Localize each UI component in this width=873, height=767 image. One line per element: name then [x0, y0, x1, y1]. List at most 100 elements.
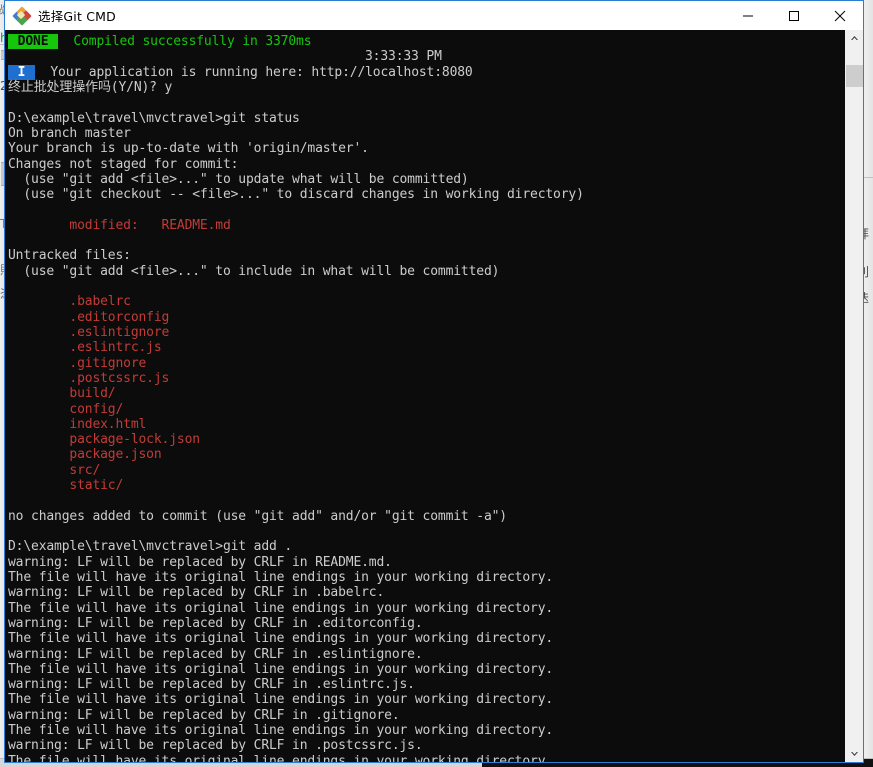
terminal-segment: 终止批处理操作吗(Y/N)? y [8, 79, 173, 95]
scrollbar-up-arrow[interactable] [846, 30, 863, 47]
terminal-scrollbar[interactable] [845, 30, 863, 762]
terminal-line: no changes added to commit (use "git add… [8, 509, 845, 524]
terminal-line: Untracked files: [8, 248, 845, 263]
terminal-line: On branch master [8, 126, 845, 141]
terminal-segment: warning: LF will be replaced by CRLF in … [8, 554, 392, 570]
terminal-line: config/ [8, 402, 845, 417]
terminal-segment: warning: LF will be replaced by CRLF in … [8, 677, 415, 693]
terminal-line: I Your application is running here: http… [8, 64, 845, 80]
terminal-line: Your branch is up-to-date with 'origin/m… [8, 141, 845, 156]
terminal-line: build/ [8, 386, 845, 401]
git-cmd-window: 选择Git CMD DONE Compiled successfully in … [4, 0, 864, 763]
maximize-button[interactable] [771, 1, 817, 30]
terminal-line: 3:33:33 PM [8, 49, 845, 64]
git-cmd-diamond-icon [12, 5, 32, 26]
scrollbar-track[interactable] [846, 47, 863, 745]
terminal-segment: On branch master [8, 125, 131, 141]
terminal-line: warning: LF will be replaced by CRLF in … [8, 585, 845, 600]
terminal-segment: (use "git add <file>..." to update what … [8, 171, 469, 187]
terminal-segment: index.html [8, 416, 147, 432]
terminal-segment: Untracked files: [8, 248, 131, 264]
terminal-line: .eslintignore [8, 325, 845, 340]
terminal-segment: The file will have its original line end… [8, 723, 554, 739]
terminal-segment: DONE [8, 34, 59, 49]
terminal-segment: D:\example\travel\mvctravel>git add . [8, 539, 293, 555]
terminal-line: (use "git add <file>..." to update what … [8, 172, 845, 187]
terminal-segment: The file will have its original line end… [8, 753, 554, 762]
terminal-line: warning: LF will be replaced by CRLF in … [8, 738, 845, 753]
terminal-segment: (use "git checkout -- <file>..." to disc… [8, 187, 584, 203]
terminal-segment: .postcssrc.js [8, 370, 170, 386]
terminal-segment: Compiled successfully in 3370ms [58, 34, 312, 49]
terminal-line: src/ [8, 463, 845, 478]
terminal-segment: warning: LF will be replaced by CRLF in … [8, 738, 423, 754]
terminal-line: The file will have its original line end… [8, 631, 845, 646]
scrollbar-down-arrow[interactable] [846, 745, 863, 762]
terminal-segment: The file will have its original line end… [8, 661, 554, 677]
terminal-line: 终止批处理操作吗(Y/N)? y [8, 80, 845, 95]
terminal-line: Changes not staged for commit: [8, 157, 845, 172]
terminal-segment: .editorconfig [8, 309, 170, 325]
terminal-segment: src/ [8, 462, 101, 478]
terminal-segment: package-lock.json [8, 432, 200, 448]
terminal-segment: .babelrc [8, 294, 131, 310]
terminal-segment: config/ [8, 401, 124, 417]
terminal-line: The file will have its original line end… [8, 662, 845, 677]
terminal-segment: build/ [8, 386, 116, 402]
terminal-segment: package.json [8, 447, 162, 463]
terminal-line: .editorconfig [8, 310, 845, 325]
terminal-timestamp: 3:33:33 PM [365, 49, 442, 65]
terminal-line: static/ [8, 478, 845, 493]
terminal-segment: The file will have its original line end… [8, 600, 554, 616]
terminal-segment: modified: README.md [8, 217, 231, 233]
terminal-segment: .gitignore [8, 355, 147, 371]
terminal-segment: D:\example\travel\mvctravel>git status [8, 110, 300, 126]
close-button[interactable] [817, 1, 863, 30]
terminal-segment: warning: LF will be replaced by CRLF in … [8, 707, 400, 723]
terminal-segment: The file will have its original line end… [8, 569, 554, 585]
terminal-line: D:\example\travel\mvctravel>git add . [8, 539, 845, 554]
terminal-line: (use "git add <file>..." to include in w… [8, 264, 845, 279]
terminal-line: warning: LF will be replaced by CRLF in … [8, 616, 845, 631]
terminal-line: package.json [8, 447, 845, 462]
terminal-line: package-lock.json [8, 432, 845, 447]
terminal-output[interactable]: DONE Compiled successfully in 3370ms 3:33… [5, 30, 845, 762]
terminal-line: (use "git checkout -- <file>..." to disc… [8, 187, 845, 202]
terminal-segment: The file will have its original line end… [8, 692, 554, 708]
window-client-area: DONE Compiled successfully in 3370ms 3:33… [5, 30, 863, 762]
terminal-line: .babelrc [8, 294, 845, 309]
terminal-segment: .eslintrc.js [8, 340, 162, 356]
terminal-line: DONE Compiled successfully in 3370ms [8, 34, 845, 49]
terminal-line: The file will have its original line end… [8, 601, 845, 616]
terminal-segment: Your application is running here: http:/… [35, 64, 473, 80]
terminal-segment: Changes not staged for commit: [8, 156, 239, 172]
terminal-segment: warning: LF will be replaced by CRLF in … [8, 615, 423, 631]
terminal-line: .gitignore [8, 356, 845, 371]
terminal-line: The file will have its original line end… [8, 723, 845, 738]
terminal-segment: warning: LF will be replaced by CRLF in … [8, 646, 423, 662]
terminal-line: D:\example\travel\mvctravel>git status [8, 111, 845, 126]
terminal-segment: warning: LF will be replaced by CRLF in … [8, 585, 385, 601]
terminal-segment: Your branch is up-to-date with 'origin/m… [8, 141, 369, 157]
terminal-segment: I [8, 64, 36, 80]
terminal-line: .eslintrc.js [8, 340, 845, 355]
terminal-line: warning: LF will be replaced by CRLF in … [8, 555, 845, 570]
terminal-line: warning: LF will be replaced by CRLF in … [8, 647, 845, 662]
minimize-button[interactable] [725, 1, 771, 30]
terminal-segment: no changes added to commit (use "git add… [8, 508, 507, 524]
terminal-segment: static/ [8, 478, 124, 494]
terminal-line: modified: README.md [8, 218, 845, 233]
terminal-line: index.html [8, 417, 845, 432]
terminal-segment: .eslintignore [8, 324, 170, 340]
terminal-line-list: DONE Compiled successfully in 3370ms 3:33… [8, 34, 845, 762]
terminal-line: The file will have its original line end… [8, 692, 845, 707]
terminal-line: The file will have its original line end… [8, 570, 845, 585]
scrollbar-thumb[interactable] [846, 65, 863, 87]
window-titlebar[interactable]: 选择Git CMD [5, 1, 863, 30]
terminal-line: .postcssrc.js [8, 371, 845, 386]
